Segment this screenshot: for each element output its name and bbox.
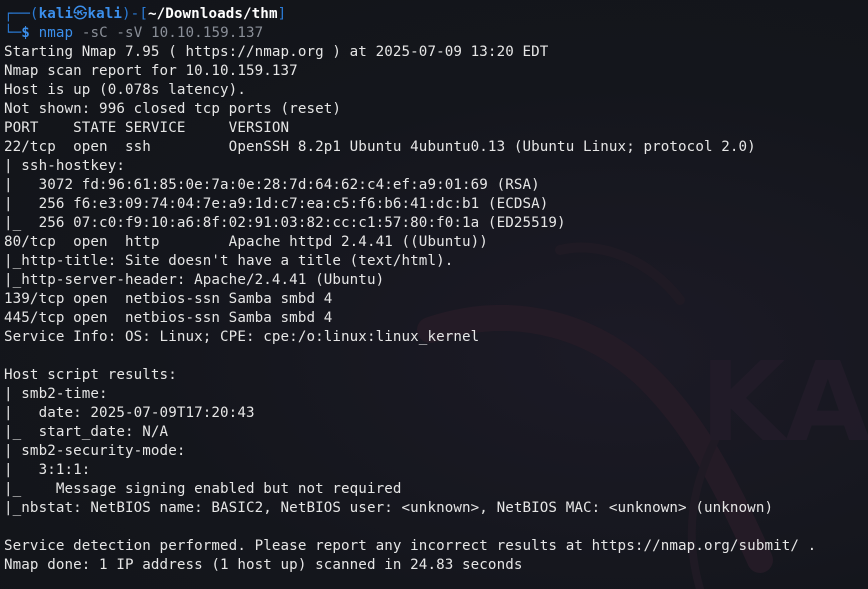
- command-args: -sC -sV 10.10.159.137: [81, 25, 264, 41]
- output-line: | 3072 fd:96:61:85:0e:7a:0e:28:7d:64:62:…: [4, 177, 540, 193]
- output-line: | 3:1:1:: [4, 462, 91, 478]
- output-line: Not shown: 996 closed tcp ports (reset): [4, 101, 342, 117]
- prompt-corner: └─: [4, 25, 22, 41]
- output-line: |_http-title: Site doesn't have a title …: [4, 253, 454, 269]
- output-line: Host script results:: [4, 367, 177, 383]
- output-line: PORT STATE SERVICE VERSION: [4, 120, 290, 136]
- output-line: | smb2-security-mode:: [4, 443, 186, 459]
- output-line: 139/tcp open netbios-ssn Samba smbd 4: [4, 291, 333, 307]
- output-line: |_ Message signing enabled but not requi…: [4, 481, 402, 497]
- output-line: Nmap scan report for 10.10.159.137: [4, 63, 298, 79]
- output-line: 22/tcp open ssh OpenSSH 8.2p1 Ubuntu 4ub…: [4, 139, 756, 155]
- output-line: 445/tcp open netbios-ssn Samba smbd 4: [4, 310, 333, 326]
- prompt-user: kali: [38, 6, 74, 22]
- output-line: Service detection performed. Please repo…: [4, 538, 817, 554]
- prompt-host: kali: [87, 6, 123, 22]
- output-line: | ssh-hostkey:: [4, 158, 125, 174]
- terminal-window[interactable]: KALI ┌──(kali㉿kali)-[~/Downloads/thm] └─…: [0, 0, 868, 589]
- prompt-line-2[interactable]: └─$ nmap -sC -sV 10.10.159.137: [4, 24, 868, 43]
- prompt-line-1: ┌──(kali㉿kali)-[~/Downloads/thm]: [4, 5, 868, 24]
- command-name: nmap: [38, 25, 74, 41]
- output-line: Host is up (0.078s latency).: [4, 82, 246, 98]
- prompt-path: ~/Downloads/thm: [147, 6, 278, 22]
- output-line: | smb2-time:: [4, 386, 108, 402]
- prompt-box-open: ┌──(: [4, 6, 39, 22]
- output-line: Service Info: OS: Linux; CPE: cpe:/o:lin…: [4, 329, 480, 345]
- output-line: | date: 2025-07-09T17:20:43: [4, 405, 255, 421]
- output-line: 80/tcp open http Apache httpd 2.4.41 ((U…: [4, 234, 488, 250]
- output-line: | 256 f6:e3:09:74:04:7e:a9:1d:c7:ea:c5:f…: [4, 196, 549, 212]
- output-line: |_ start_date: N/A: [4, 424, 169, 440]
- output-line: |_ 256 07:c0:f9:10:a6:8f:02:91:03:82:cc:…: [4, 215, 566, 231]
- output-line: |_nbstat: NetBIOS name: BASIC2, NetBIOS …: [4, 500, 774, 516]
- output-line: Nmap done: 1 IP address (1 host up) scan…: [4, 557, 523, 573]
- prompt-dollar: $: [21, 25, 30, 41]
- prompt-mid: )-[: [122, 6, 148, 22]
- prompt-box-close: ]: [277, 6, 287, 22]
- nmap-output: Starting Nmap 7.95 ( https://nmap.org ) …: [4, 43, 868, 575]
- output-line: |_http-server-header: Apache/2.4.41 (Ubu…: [4, 272, 385, 288]
- terminal-output: ┌──(kali㉿kali)-[~/Downloads/thm] └─$ nma…: [4, 5, 868, 575]
- output-line: Starting Nmap 7.95 ( https://nmap.org ) …: [4, 44, 549, 60]
- prompt-skull-icon: ㉿: [73, 6, 88, 22]
